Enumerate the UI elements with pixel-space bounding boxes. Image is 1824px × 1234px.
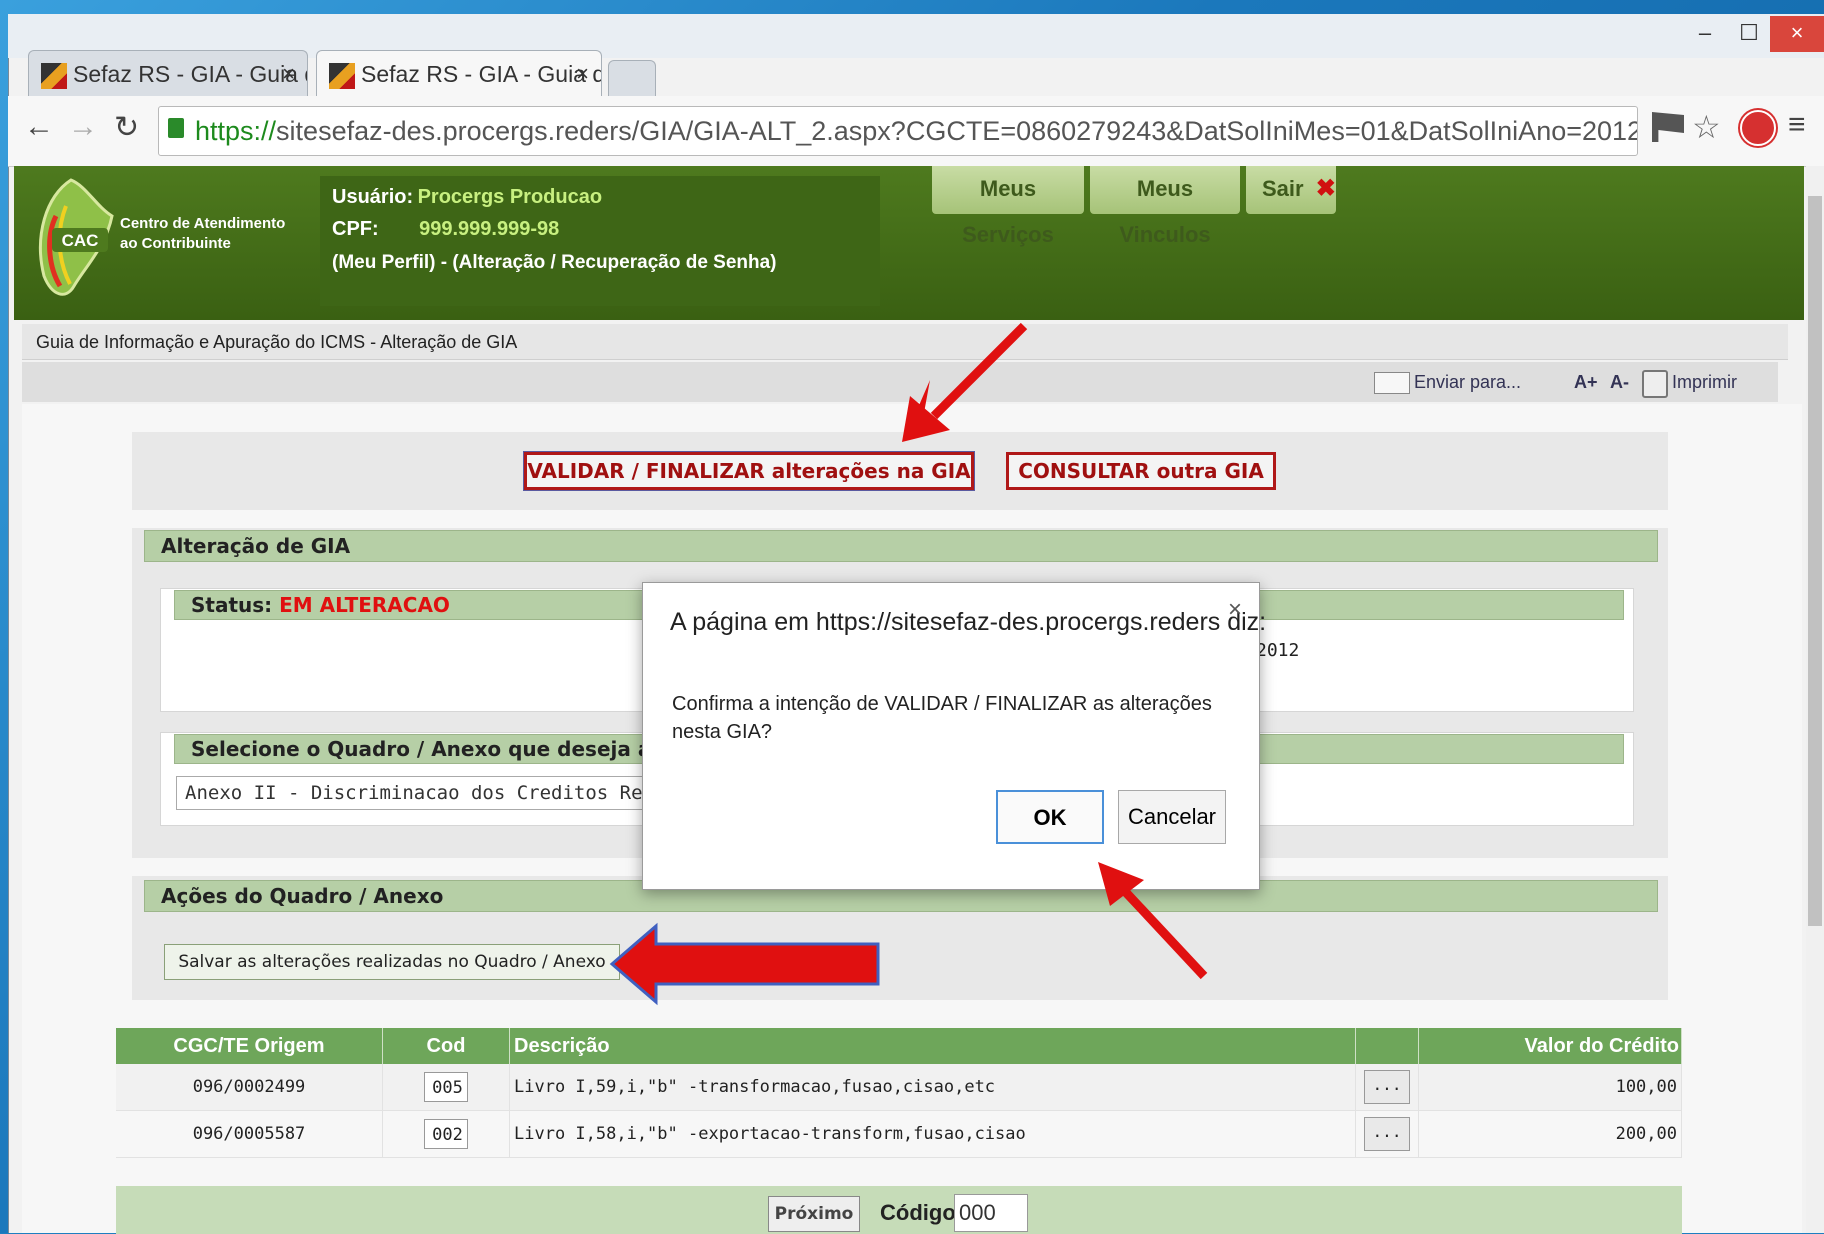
annotation-arrows [609,322,1208,1006]
arrow-to-ok-icon [1098,862,1208,980]
arrow-to-validate-icon [902,322,1028,442]
arrow-to-save-icon [609,922,880,1006]
